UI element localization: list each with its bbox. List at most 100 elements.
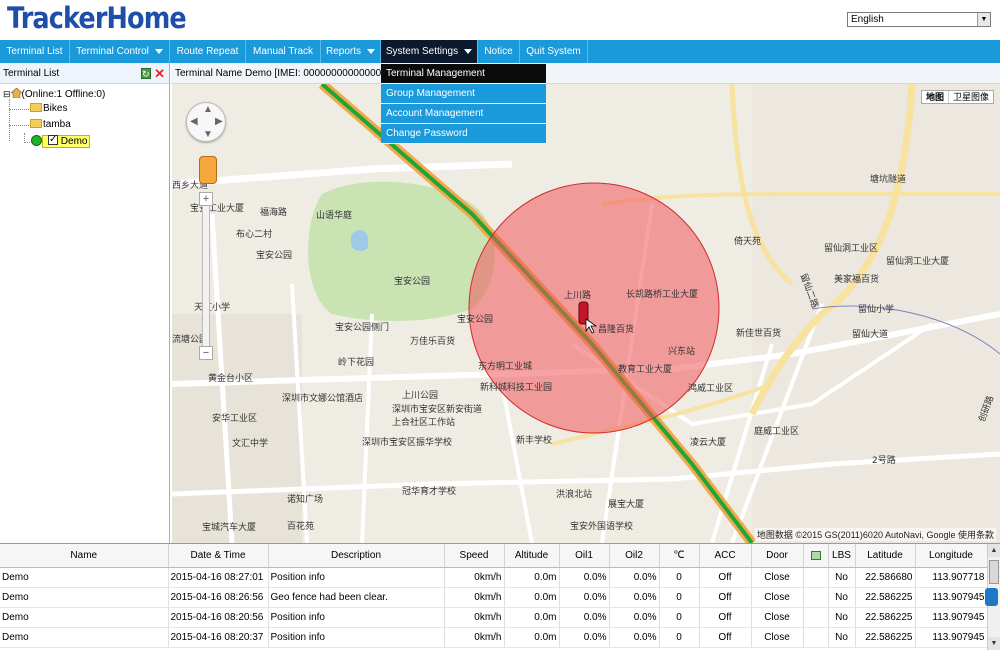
col-header-lbs[interactable]: LBS [828, 544, 856, 568]
device-checkbox[interactable]: ✓ [48, 135, 58, 146]
cell-acc: Off [699, 607, 752, 628]
chevron-down-icon: ▼ [977, 13, 990, 26]
menu-item-account-management[interactable]: Account Management [381, 104, 546, 124]
col-header-speed[interactable]: Speed [444, 544, 505, 568]
map-type-satellite-button[interactable]: 卫星图像 [949, 91, 993, 103]
cell-oil2: 0.0% [609, 607, 660, 628]
map-label: 黄金台小区 [208, 374, 254, 384]
close-icon[interactable]: ✕ [154, 63, 165, 84]
cell-oil1: 0.0% [559, 587, 610, 608]
map-label: 天虹小学 [194, 303, 231, 313]
map-label: 2号路 [872, 456, 896, 466]
map-label: 美家福百货 [834, 275, 880, 285]
tree-group-tamba[interactable]: tamba [30, 118, 71, 132]
cell-name: Demo [0, 607, 169, 628]
terminal-info-bar: Terminal Name Demo [IMEI: 00000000000000… [171, 63, 1000, 84]
nav-system-settings[interactable]: System Settings [381, 40, 478, 63]
nav-reports[interactable]: Reports [321, 40, 381, 63]
map-label: 兴东站 [668, 347, 696, 357]
group-label: Bikes [43, 103, 68, 114]
cell-datetime: 2015-04-16 08:20:37 [168, 627, 269, 648]
cell-oil2: 0.0% [609, 567, 660, 588]
cell-latitude: 22.586225 [855, 607, 916, 628]
pan-control[interactable]: ▲ ▼ ◀ ▶ [186, 102, 226, 142]
col-header-longitude[interactable]: Longitude [915, 544, 988, 568]
map-type-toggle: 地图 卫星图像 [920, 90, 994, 104]
table-header-row: Name Date & Time Description Speed Altit… [0, 544, 988, 568]
nav-notice[interactable]: Notice [478, 40, 520, 63]
map-label: 长凯路桥工业大厦 [626, 290, 699, 300]
zoom-in-button[interactable]: + [199, 192, 213, 206]
tree-root[interactable]: ⊟ (Online:1 Offline:0) [3, 87, 105, 101]
history-table: Name Date & Time Description Speed Altit… [0, 544, 988, 648]
nav-label: Manual Track [252, 46, 314, 57]
pan-left-icon[interactable]: ◀ [190, 116, 198, 127]
table-row[interactable]: Demo 2015-04-16 08:20:56 Position info 0… [0, 607, 988, 628]
menu-item-change-password[interactable]: Change Password [381, 124, 546, 144]
pan-right-icon[interactable]: ▶ [215, 116, 223, 127]
cell-door: Close [751, 607, 804, 628]
map-label: 冠华育才学校 [402, 487, 457, 497]
cell-door: Close [751, 567, 804, 588]
cell-map [803, 627, 829, 648]
nav-terminal-control[interactable]: Terminal Control [70, 40, 170, 63]
nav-label: Route Repeat [176, 46, 239, 57]
tree-device-demo[interactable]: ✓ Demo [31, 134, 91, 149]
history-grid: Name Date & Time Description Speed Altit… [0, 543, 1000, 650]
col-header-oil1[interactable]: Oil1 [559, 544, 610, 568]
table-row[interactable]: Demo 2015-04-16 08:27:01 Position info 0… [0, 567, 988, 588]
col-header-oil2[interactable]: Oil2 [609, 544, 660, 568]
map-type-map-button[interactable]: 地图 [922, 91, 949, 103]
menu-item-terminal-management[interactable]: Terminal Management [381, 64, 546, 84]
scroll-up-icon[interactable]: ▲ [988, 544, 1000, 557]
pan-up-icon[interactable]: ▲ [203, 104, 213, 115]
cell-lbs: No [828, 627, 856, 648]
col-header-temperature[interactable]: ℃ [659, 544, 700, 568]
col-header-description[interactable]: Description [268, 544, 445, 568]
geofence-circle [468, 182, 720, 434]
zoom-out-button[interactable]: − [199, 346, 213, 360]
nav-terminal-list[interactable]: Terminal List [0, 40, 70, 63]
nav-route-repeat[interactable]: Route Repeat [170, 40, 246, 63]
road [360, 313, 374, 543]
table-row[interactable]: Demo 2015-04-16 08:20:37 Position info 0… [0, 627, 988, 648]
cell-temperature: 0 [659, 627, 700, 648]
group-label: tamba [43, 119, 71, 130]
chat-icon[interactable] [985, 588, 998, 606]
collapse-icon[interactable]: ⊟ [3, 89, 11, 99]
col-header-altitude[interactable]: Altitude [504, 544, 560, 568]
system-settings-dropdown: Terminal Management Group Management Acc… [381, 64, 546, 144]
col-header-door[interactable]: Door [751, 544, 804, 568]
menu-item-group-management[interactable]: Group Management [381, 84, 546, 104]
cell-description: Position info [268, 627, 445, 648]
caret-down-icon [154, 48, 163, 54]
nav-quit-system[interactable]: Quit System [520, 40, 588, 63]
col-header-name[interactable]: Name [0, 544, 169, 568]
col-header-latitude[interactable]: Latitude [855, 544, 916, 568]
map-view[interactable]: 西乡大道 宝安工业大厦 福海路 山语华庭 布心二村 宝安公园 宝安公园 天虹小学… [172, 84, 1000, 543]
map-label: 宝安公园侧门 [335, 323, 390, 333]
map-label: 凌云大厦 [690, 438, 727, 448]
map-label: 新丰学校 [516, 436, 553, 446]
tree-group-bikes[interactable]: Bikes [30, 102, 67, 116]
street-view-pegman-icon[interactable] [199, 156, 217, 184]
cell-door: Close [751, 587, 804, 608]
table-row[interactable]: Demo 2015-04-16 08:26:56 Geo fence had b… [0, 587, 988, 608]
col-header-acc[interactable]: ACC [699, 544, 752, 568]
map-label: 塘坑隧道 [870, 175, 907, 185]
folder-icon [30, 102, 42, 112]
nav-manual-track[interactable]: Manual Track [246, 40, 321, 63]
map-label: 留仙小学 [858, 305, 895, 315]
folder-icon [30, 118, 42, 128]
col-header-datetime[interactable]: Date & Time [168, 544, 269, 568]
scroll-thumb[interactable] [989, 560, 999, 584]
cell-speed: 0km/h [444, 627, 505, 648]
cell-datetime: 2015-04-16 08:20:56 [168, 607, 269, 628]
pan-down-icon[interactable]: ▼ [203, 129, 213, 140]
urban-block [172, 314, 302, 543]
col-header-map[interactable] [803, 544, 829, 568]
language-select[interactable]: English ▼ [847, 12, 991, 27]
zoom-slider[interactable] [202, 194, 210, 354]
refresh-icon[interactable] [141, 64, 151, 85]
scroll-down-icon[interactable]: ▼ [988, 637, 1000, 650]
